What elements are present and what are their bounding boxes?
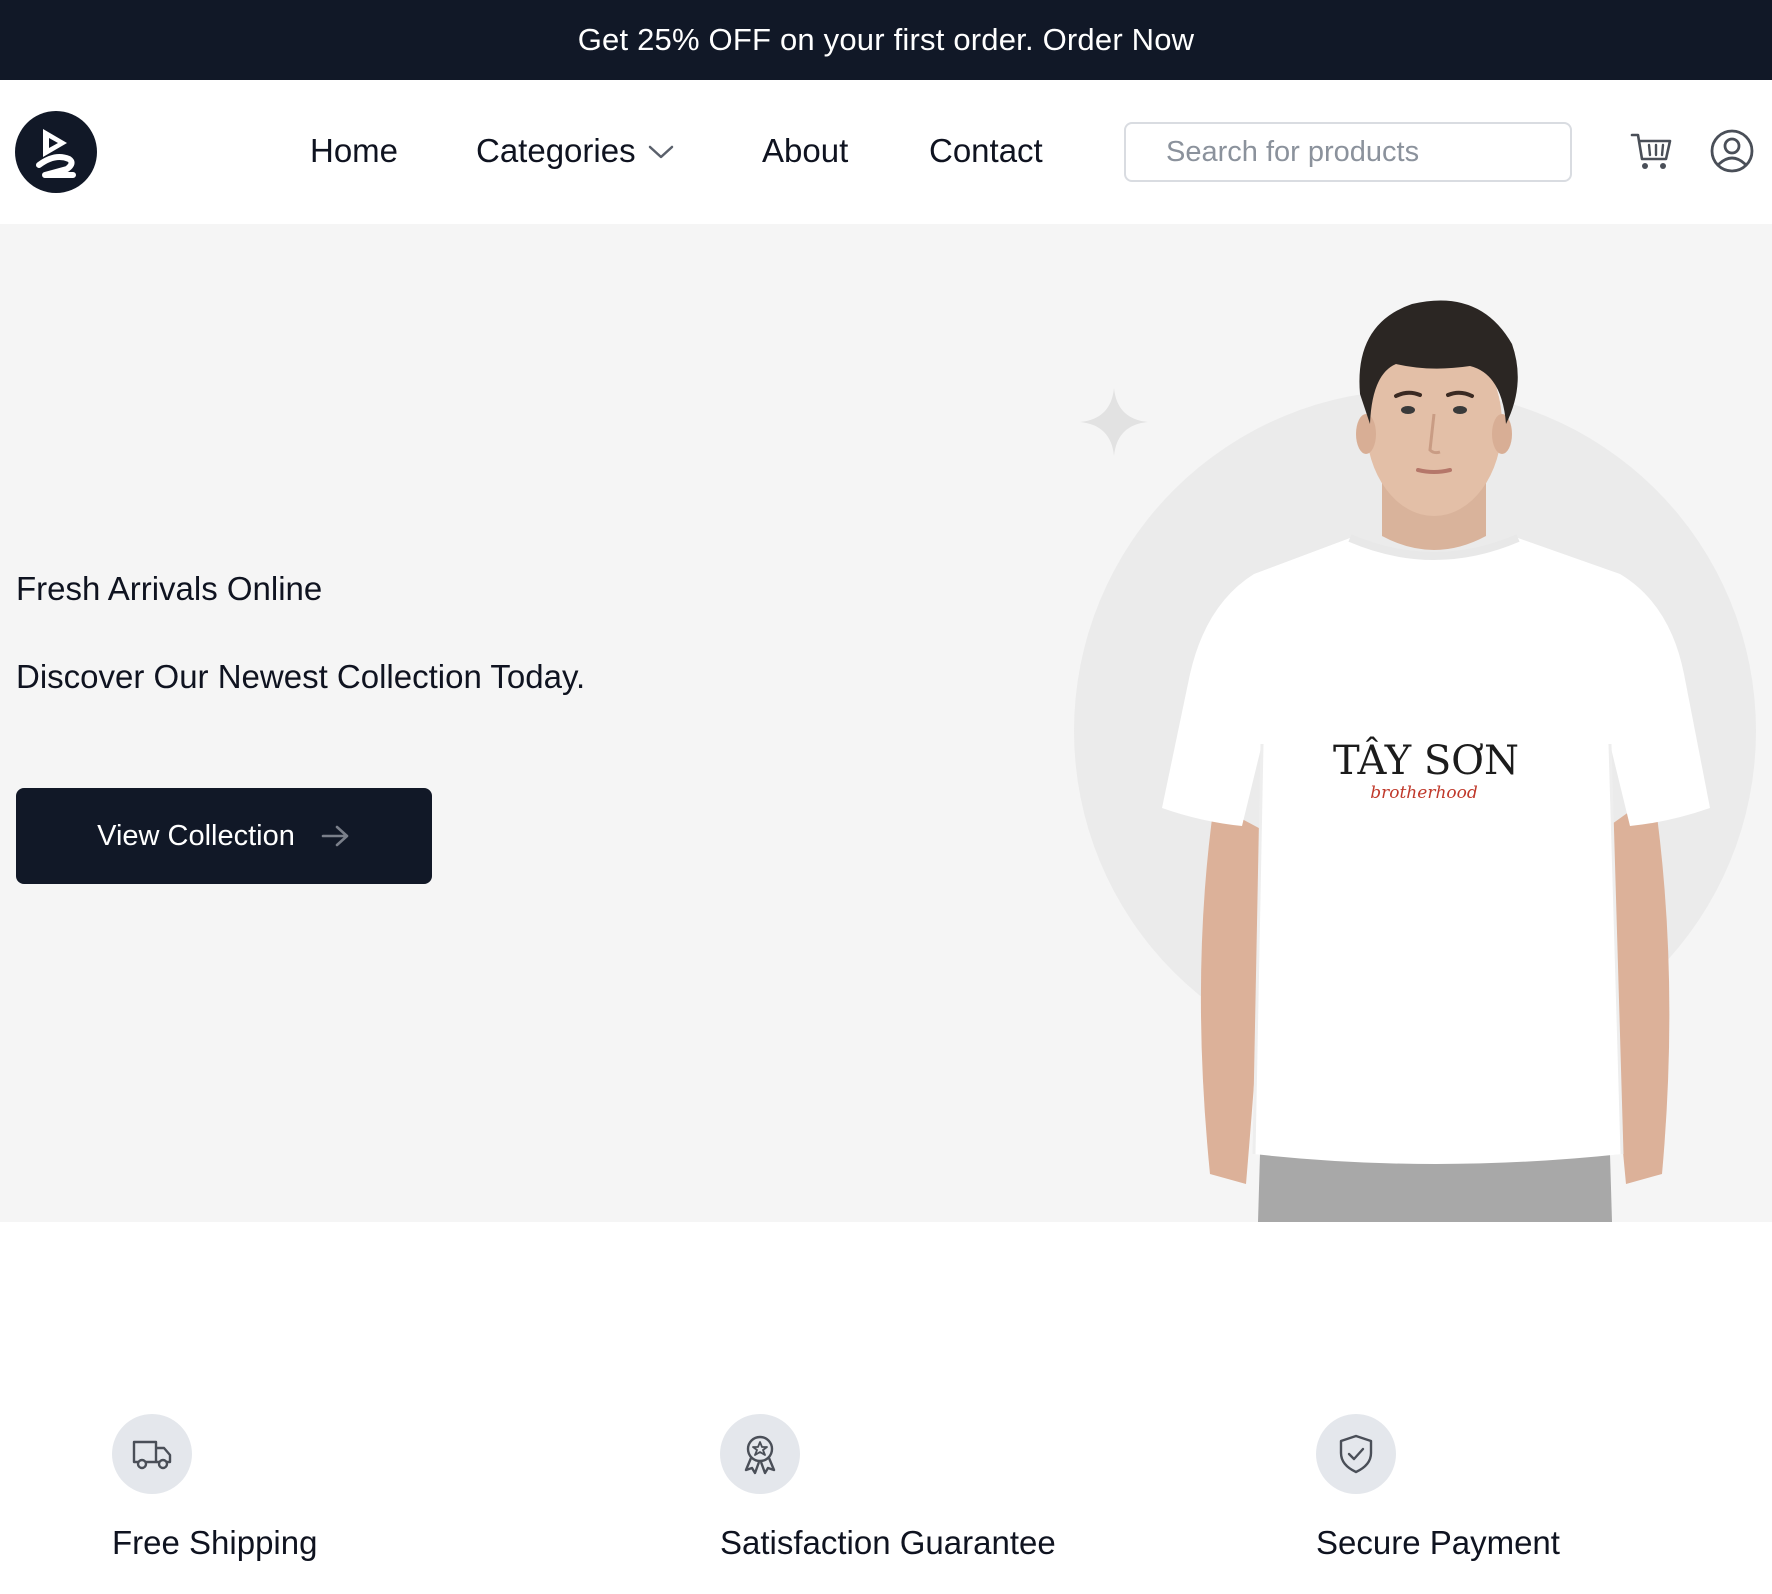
shield-check-icon bbox=[1339, 1434, 1373, 1474]
shirt-print-title: TÂY SƠN bbox=[1333, 737, 1519, 784]
brand-logo-icon[interactable] bbox=[15, 111, 97, 193]
nav-categories-dropdown[interactable]: Categories bbox=[476, 132, 674, 170]
nav-about-link[interactable]: About bbox=[762, 132, 848, 170]
search-input[interactable] bbox=[1124, 122, 1572, 182]
feature-label: Satisfaction Guarantee bbox=[720, 1524, 1056, 1561]
feature-icon-circle bbox=[112, 1414, 192, 1494]
arrow-right-icon bbox=[321, 825, 349, 847]
view-collection-label: View Collection bbox=[97, 819, 295, 852]
promo-banner[interactable]: Get 25% OFF on your first order. Order N… bbox=[0, 0, 1772, 80]
shirt-print-subtitle: brotherhood bbox=[1370, 783, 1478, 803]
feature-free-shipping: Free Shipping bbox=[112, 1414, 317, 1561]
view-collection-button[interactable]: View Collection bbox=[16, 788, 432, 884]
promo-text[interactable]: Get 25% OFF on your first order. Order N… bbox=[578, 22, 1195, 58]
model-tshirt-image: TÂY SƠN brotherhood bbox=[1162, 300, 1710, 1222]
cart-icon[interactable] bbox=[1628, 127, 1676, 175]
feature-icon-circle bbox=[1316, 1414, 1396, 1494]
hero-section: TÂY SƠN brotherhood Fresh Arrivals Onlin… bbox=[0, 224, 1772, 1222]
hero-headline: Discover Our Newest Collection Today. bbox=[16, 658, 586, 695]
feature-secure-payment: Secure Payment bbox=[1316, 1414, 1560, 1561]
feature-label: Free Shipping bbox=[112, 1524, 318, 1561]
feature-label: Secure Payment bbox=[1316, 1524, 1560, 1561]
chevron-down-icon bbox=[648, 145, 673, 159]
feature-icon-circle bbox=[720, 1414, 800, 1494]
sparkle-icon bbox=[1080, 388, 1148, 456]
truck-icon bbox=[132, 1440, 172, 1470]
award-badge-icon bbox=[744, 1435, 776, 1475]
user-icon[interactable] bbox=[1708, 127, 1756, 175]
hero-eyebrow: Fresh Arrivals Online bbox=[16, 570, 323, 607]
nav-home-link[interactable]: Home bbox=[310, 132, 398, 170]
feature-satisfaction-guarantee: Satisfaction Guarantee bbox=[720, 1414, 1056, 1561]
nav-contact-link[interactable]: Contact bbox=[929, 132, 1043, 170]
navbar: Home Categories About Contact bbox=[0, 80, 1772, 224]
nav-categories-label: Categories bbox=[476, 132, 636, 169]
